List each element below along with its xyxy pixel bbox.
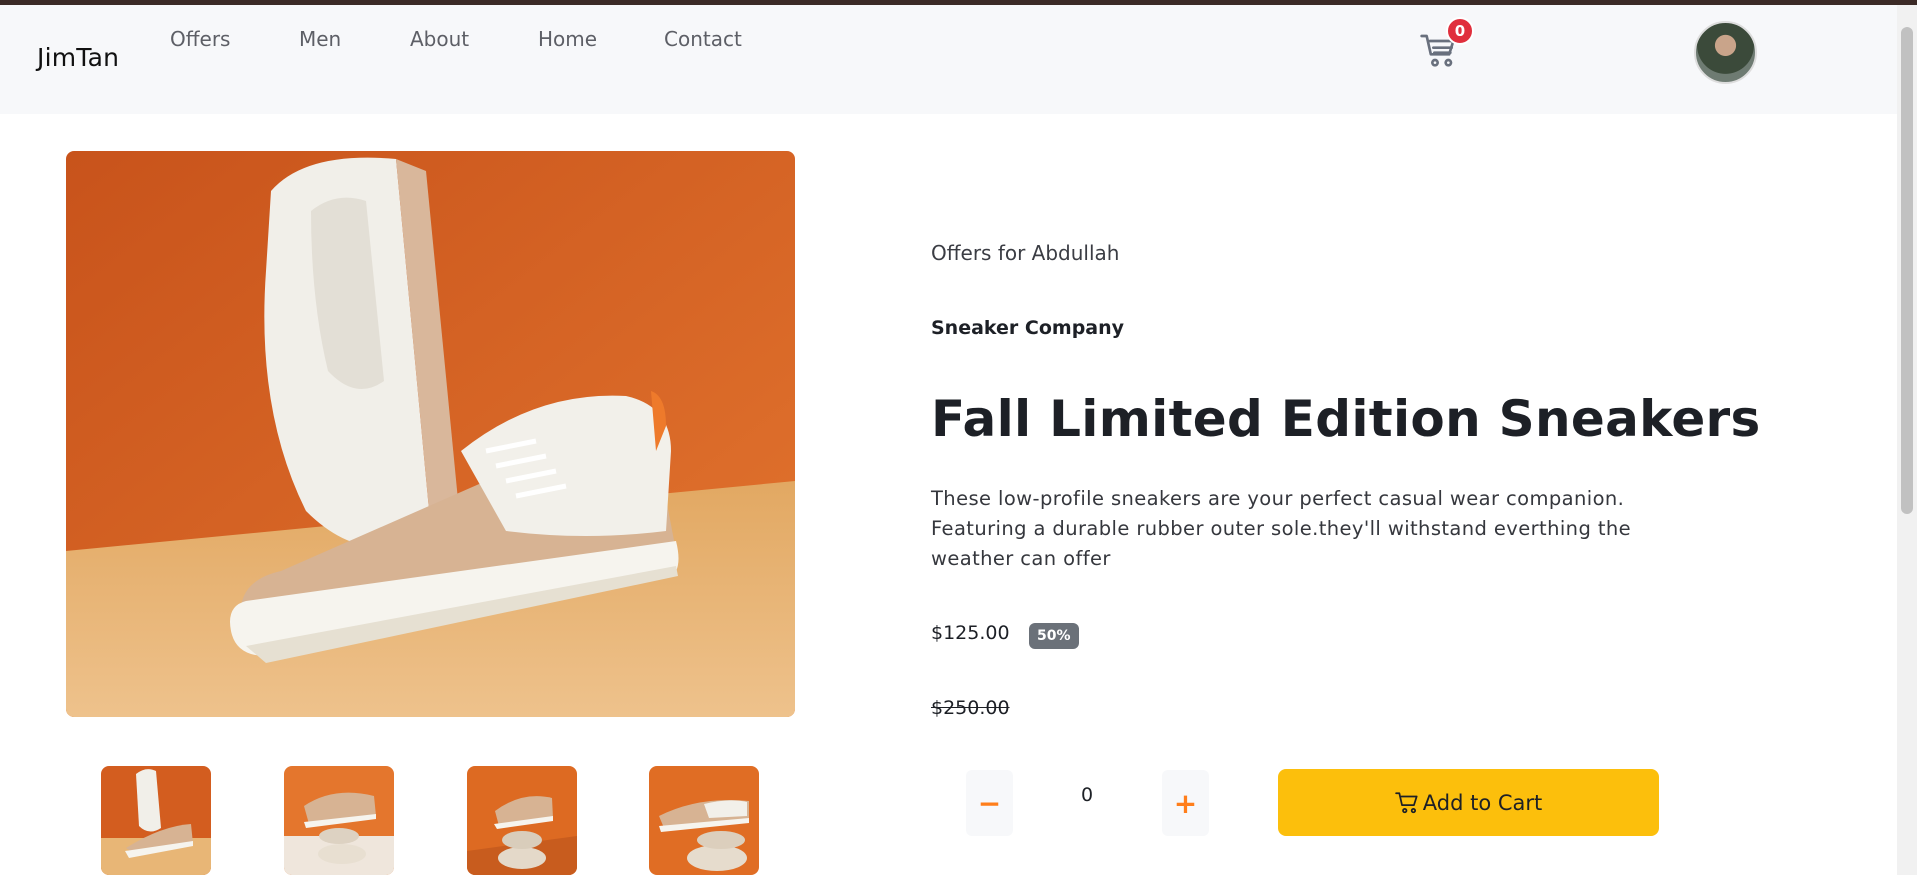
minus-icon: − [977, 786, 1002, 820]
nav-link-about[interactable]: About [410, 27, 469, 51]
quantity-increase-button[interactable]: + [1162, 770, 1209, 836]
add-to-cart-label: Add to Cart [1422, 790, 1543, 815]
quantity-value: 0 [1080, 784, 1094, 806]
navbar: JimTan Offers Men About Home Contact 0 [0, 5, 1897, 114]
product-description: These low-profile sneakers are your perf… [931, 487, 1632, 570]
brand-logo[interactable]: JimTan [37, 43, 119, 72]
nav-link-home[interactable]: Home [538, 27, 597, 51]
nav-link-offers[interactable]: Offers [170, 27, 230, 51]
offers-label: Offers for Abdullah [931, 241, 1120, 265]
company-name: Sneaker Company [931, 317, 1125, 339]
nav-link-men[interactable]: Men [299, 27, 341, 51]
nav-link-contact[interactable]: Contact [664, 27, 742, 51]
plus-icon: + [1173, 786, 1198, 820]
cart-count-badge: 0 [1446, 17, 1474, 45]
product-main-image[interactable] [66, 151, 795, 717]
cart-icon [1394, 791, 1418, 813]
product-thumbnail-2[interactable] [284, 766, 394, 875]
product-thumbnail-1[interactable] [101, 766, 211, 875]
add-to-cart-button[interactable]: Add to Cart [1278, 769, 1659, 836]
scrollbar-thumb[interactable] [1901, 27, 1913, 514]
current-price: $125.00 [931, 622, 1010, 644]
product-thumbnail-3[interactable] [467, 766, 577, 875]
product-title: Fall Limited Edition Sneakers [931, 390, 1761, 448]
original-price: $250.00 [931, 697, 1010, 719]
quantity-decrease-button[interactable]: − [966, 770, 1013, 836]
product-thumbnail-4[interactable] [649, 766, 759, 875]
avatar[interactable] [1694, 21, 1757, 84]
discount-badge: 50% [1029, 623, 1079, 649]
